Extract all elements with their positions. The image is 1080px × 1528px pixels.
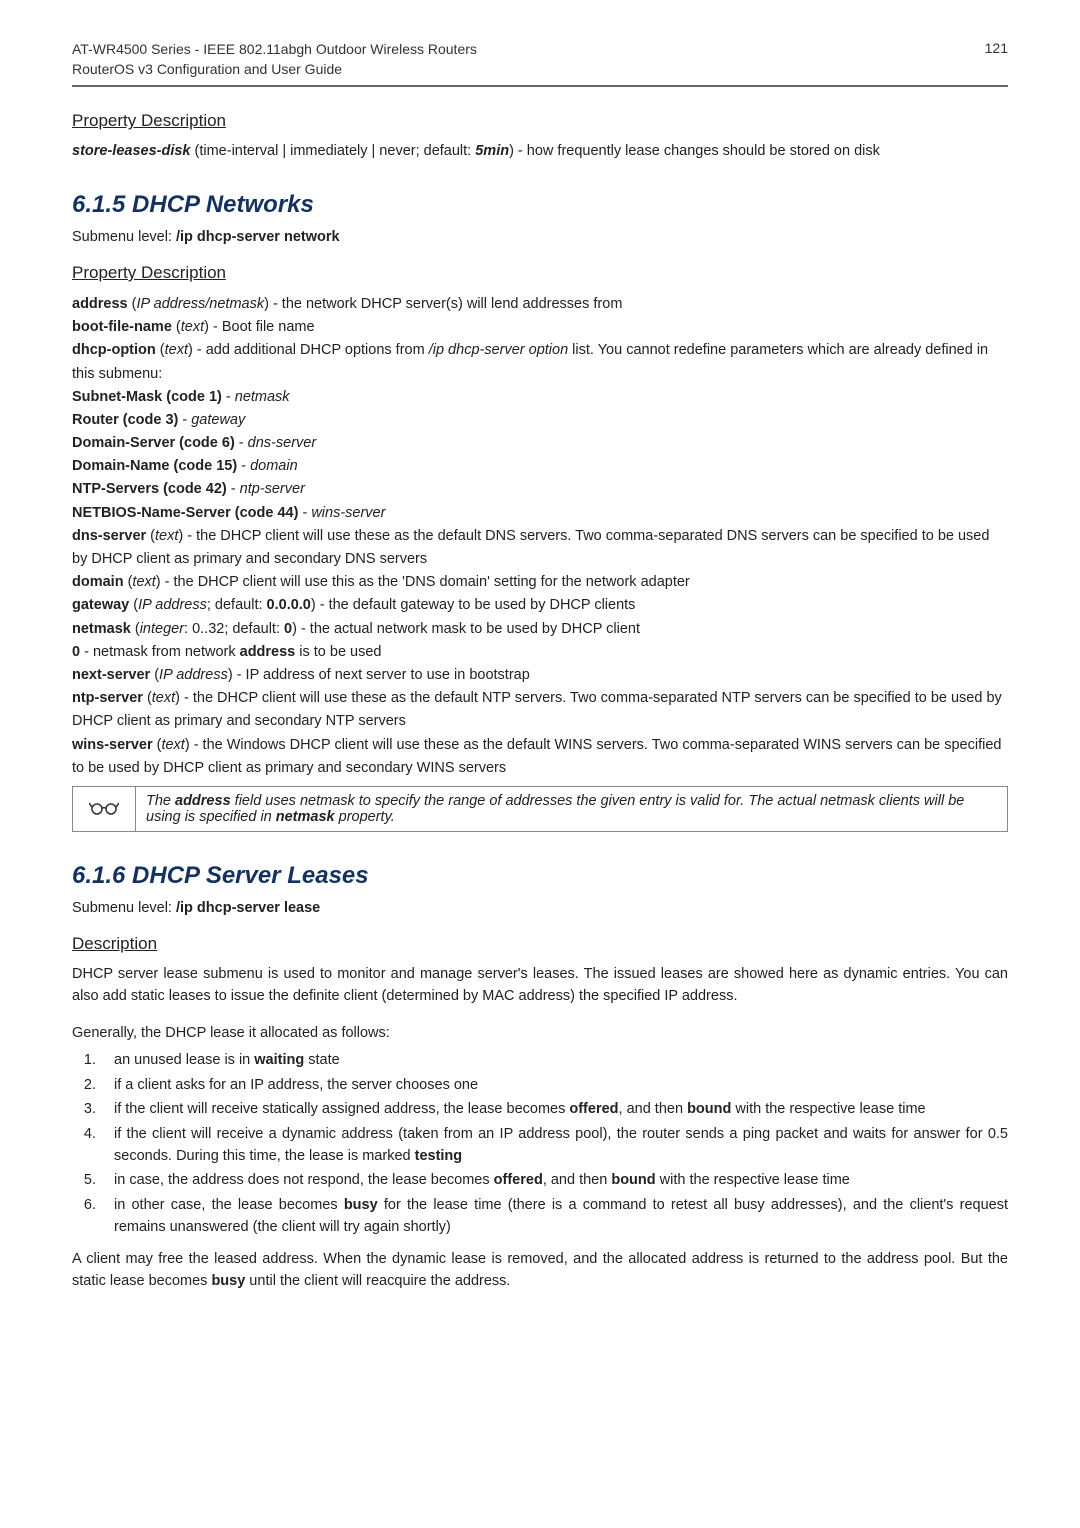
- section-6-1-5-heading: 6.1.5 DHCP Networks: [72, 191, 1008, 219]
- header-title-block: AT-WR4500 Series - IEEE 802.11abgh Outdo…: [72, 40, 477, 79]
- page-number: 121: [985, 40, 1008, 56]
- lease-step: in other case, the lease becomes busy fo…: [100, 1194, 1008, 1239]
- leases-intro: DHCP server lease submenu is used to mon…: [72, 964, 1008, 1008]
- page-root: AT-WR4500 Series - IEEE 802.11abgh Outdo…: [0, 0, 1080, 1368]
- generally-line: Generally, the DHCP lease it allocated a…: [72, 1023, 1008, 1045]
- submenu-level-616: Submenu level: /ip dhcp-server lease: [72, 900, 1008, 916]
- lease-steps-list: an unused lease is in waiting state if a…: [72, 1049, 1008, 1239]
- lease-step: if the client will receive statically as…: [100, 1098, 1008, 1120]
- section-6-1-6-heading: 6.1.6 DHCP Server Leases: [72, 862, 1008, 890]
- lease-step: in case, the address does not respond, t…: [100, 1169, 1008, 1191]
- property-description-heading-1: Property Description: [72, 111, 1008, 131]
- submenu-level-615: Submenu level: /ip dhcp-server network: [72, 229, 1008, 245]
- lease-step: if a client asks for an IP address, the …: [100, 1074, 1008, 1096]
- leases-tail: A client may free the leased address. Wh…: [72, 1249, 1008, 1293]
- property-description-heading-2: Property Description: [72, 263, 1008, 283]
- header-line1: AT-WR4500 Series - IEEE 802.11abgh Outdo…: [72, 40, 477, 60]
- dhcp-networks-properties: address (IP address/netmask) - the netwo…: [72, 293, 1008, 780]
- page-header: AT-WR4500 Series - IEEE 802.11abgh Outdo…: [72, 40, 1008, 87]
- info-note-box: The address field uses netmask to specif…: [72, 786, 1008, 832]
- header-line2: RouterOS v3 Configuration and User Guide: [72, 60, 477, 80]
- description-heading: Description: [72, 934, 1008, 954]
- lease-step: if the client will receive a dynamic add…: [100, 1123, 1008, 1168]
- lease-step: an unused lease is in waiting state: [100, 1049, 1008, 1071]
- info-note-text: The address field uses netmask to specif…: [136, 786, 1008, 831]
- glasses-icon: [73, 786, 136, 831]
- store-leases-disk-desc: store-leases-disk (time-interval | immed…: [72, 141, 1008, 163]
